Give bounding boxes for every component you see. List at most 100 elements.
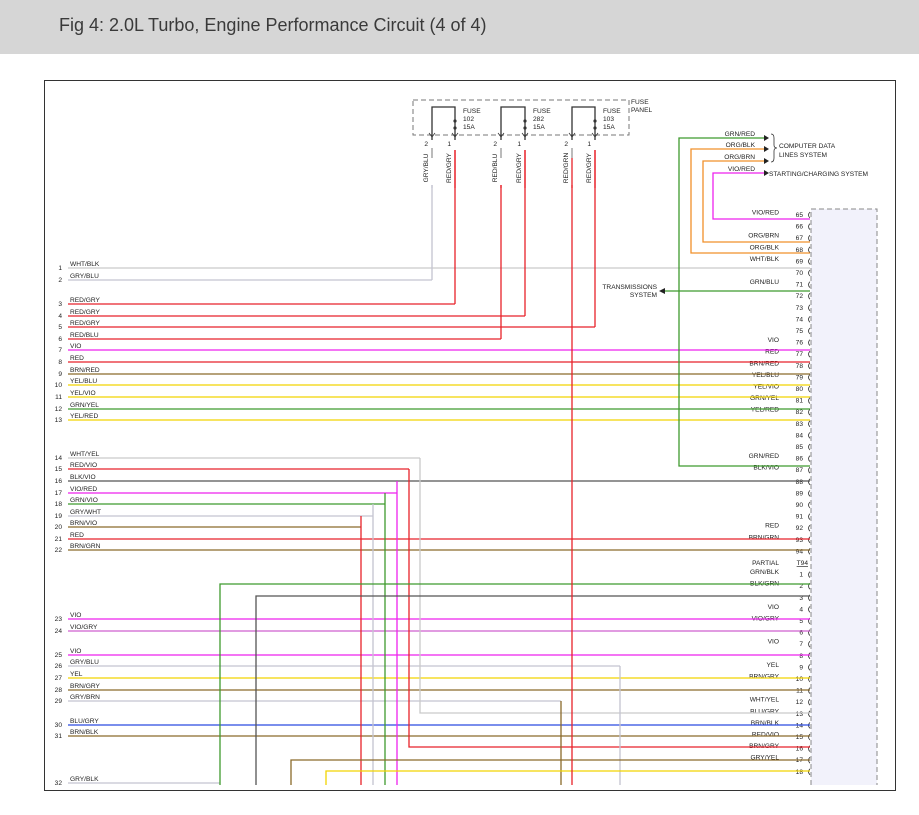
fuse-wire-out-label: RED/GRY <box>446 152 453 183</box>
top-wire-label: ORG/BRN <box>724 154 755 161</box>
wire-number: 11 <box>55 394 62 401</box>
wire-label: WHT/BLK <box>70 261 100 268</box>
wire-label: RED/VIO <box>70 462 97 469</box>
wire-number: 8 <box>58 359 62 366</box>
connector-pin-number: 7 <box>799 641 803 648</box>
fuse-number: 103 <box>603 116 614 123</box>
connector-pin-number: 75 <box>796 328 804 335</box>
connector-pin-number: 18 <box>796 769 804 776</box>
wire-label: BRN/RED <box>70 367 100 374</box>
connector-pin-number: 89 <box>796 490 804 497</box>
wire-number: 1 <box>58 265 62 272</box>
fuse-pin-in: 2 <box>493 141 497 148</box>
connector-pin-number: 14 <box>796 722 804 729</box>
wire-number: 14 <box>55 455 63 462</box>
wire-number: 6 <box>58 336 62 343</box>
connector-pin-number: 91 <box>796 514 804 521</box>
system-label: COMPUTER DATA <box>779 143 836 150</box>
wire-label: GRY/WHT <box>70 509 101 516</box>
wire-number: 26 <box>55 663 63 670</box>
wire-number: 29 <box>55 698 63 705</box>
wire-label: BRN/GRY <box>70 683 101 690</box>
connector-wire-label: VIO <box>768 639 779 646</box>
connector-pin-number: 9 <box>799 664 803 671</box>
wire-number: 10 <box>55 382 63 389</box>
fuse-wire-in-label: GRY/BLU <box>423 153 430 182</box>
connector-wire-label: ORG/BLK <box>750 244 780 251</box>
connector-pin-number: 1 <box>799 572 803 579</box>
wire-number: 3 <box>58 301 62 308</box>
wire-number: 15 <box>55 466 63 473</box>
connector-pin-number: 72 <box>796 293 804 300</box>
connector-wire-label: BRN/GRN <box>749 534 780 541</box>
wire-label: BRN/BLK <box>70 729 99 736</box>
wire-number: 24 <box>55 628 63 635</box>
wire-label: BLK/VIO <box>70 474 96 481</box>
fuse-rating: 15A <box>463 124 475 131</box>
connector-pin-number: 84 <box>796 432 804 439</box>
fuse-name: FUSE <box>603 108 621 115</box>
system-label: LINES SYSTEM <box>779 152 827 159</box>
fuse-pin-in: 2 <box>564 141 568 148</box>
wire-label: YEL <box>70 671 83 678</box>
wire-number: 13 <box>55 417 63 424</box>
connector-wire-label: YEL <box>767 662 780 669</box>
connector-pin-number: 17 <box>796 757 804 764</box>
fuse-wire-out-label: RED/GRY <box>586 152 593 183</box>
connector-wire-label: YEL/BLU <box>752 372 779 379</box>
wire-label: GRN/VIO <box>70 497 98 504</box>
connector-pin-number: 10 <box>796 676 804 683</box>
wire-label: GRY/BLU <box>70 273 99 280</box>
connector-wire-label: BRN/BLK <box>751 720 780 727</box>
wire-label: VIO <box>70 648 81 655</box>
wire-number: 19 <box>55 513 63 520</box>
fuse-element-icon <box>453 126 457 130</box>
wire-number: 25 <box>55 652 63 659</box>
wire-label: RED <box>70 532 84 539</box>
fuse-number: 282 <box>533 116 544 123</box>
fuse-pin-in: 2 <box>424 141 428 148</box>
connector-partial-label: PARTIAL <box>752 560 779 567</box>
wire-label: YEL/RED <box>70 413 98 420</box>
connector-wire-label: VIO/RED <box>752 210 779 217</box>
connector-pin-number: 70 <box>796 270 804 277</box>
connector-wire-label: RED <box>765 523 779 530</box>
system-label: SYSTEM <box>630 292 657 299</box>
wire-label: RED <box>70 355 84 362</box>
connector-pin-number: 11 <box>796 688 803 695</box>
connector-wire-label: WHT/BLK <box>750 256 780 263</box>
connector-wire-label: RED/VIO <box>752 732 779 739</box>
connector-pin-number: 79 <box>796 374 804 381</box>
wire-label: RED/GRY <box>70 320 101 327</box>
connector-pin-number: 85 <box>796 444 804 451</box>
connector-pin-number: 78 <box>796 363 804 370</box>
connector-pin-number: 81 <box>796 398 804 405</box>
connector-pin-number: 15 <box>796 734 804 741</box>
fuse-element-icon <box>593 126 597 130</box>
wire-label: BRN/VIO <box>70 520 97 527</box>
wire-label: VIO/GRY <box>70 624 98 631</box>
connector-wire-label: BRN/GRY <box>749 674 780 681</box>
connector-pin-number: 87 <box>796 467 804 474</box>
connector-pin-number: 69 <box>796 258 804 265</box>
connector-wire-label: VIO <box>768 604 779 611</box>
connector-pin-number: 88 <box>796 479 804 486</box>
top-wire-label: GRN/RED <box>725 131 756 138</box>
wiring-diagram: 65 VIO/RED 66 67 ORG/BRN 6 8 ORG/BLK 69 WHT/BLK 70… <box>44 80 896 791</box>
system-label: TRANSMISSIONS <box>602 284 657 291</box>
fuse-pin-out: 1 <box>587 141 591 148</box>
connector-wire-label: YEL/RED <box>751 407 779 414</box>
connector-pin-number: 13 <box>796 711 804 718</box>
wire-label: GRY/BRN <box>70 694 100 701</box>
fuse-rating: 15A <box>603 124 615 131</box>
connector-wire-label: BLU/GRY <box>750 708 779 715</box>
connector-wire-label: ORG/BRN <box>748 233 779 240</box>
wire-number: 31 <box>55 733 63 740</box>
connector-pin-number: 90 <box>796 502 804 509</box>
connector-id: T94 <box>797 560 809 567</box>
wire-number: 12 <box>55 406 63 413</box>
fuse-wire-in-label: RED/BLU <box>492 153 499 182</box>
wire-number: 23 <box>55 616 63 623</box>
connector-wire-label: GRN/RED <box>749 453 780 460</box>
wire-label: GRY/BLU <box>70 659 99 666</box>
